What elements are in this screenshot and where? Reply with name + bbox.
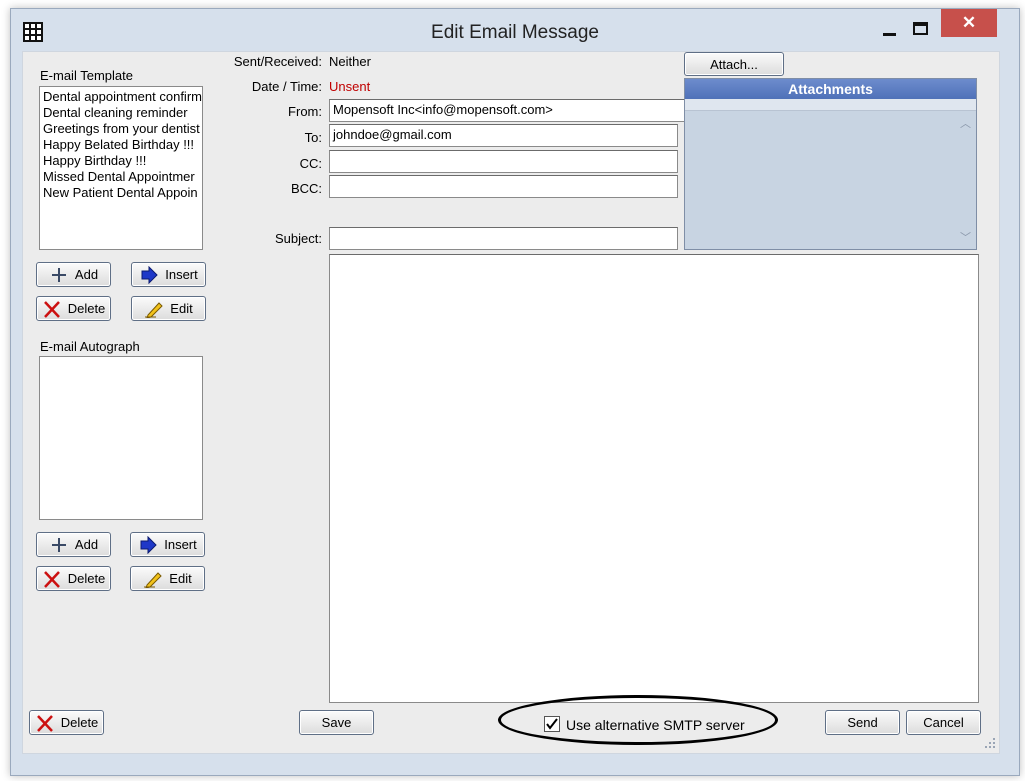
date-time-label: Date / Time: xyxy=(251,79,322,94)
email-autograph-list[interactable] xyxy=(39,356,203,520)
template-list-item[interactable]: Happy Belated Birthday !!! xyxy=(40,137,202,153)
close-icon: ✕ xyxy=(961,13,977,32)
cc-label: CC: xyxy=(299,156,322,171)
attachments-header: Attachments xyxy=(685,79,976,99)
attachments-panel[interactable]: Attachments ︿ ﹀ xyxy=(684,78,977,250)
autograph-edit-button[interactable]: Edit xyxy=(130,566,205,591)
autograph-add-label: Add xyxy=(74,537,99,552)
minimize-button[interactable] xyxy=(877,19,903,41)
from-field[interactable]: Mopensoft Inc<info@mopensoft.com> xyxy=(329,99,728,122)
bcc-field[interactable] xyxy=(329,175,678,198)
template-edit-label: Edit xyxy=(170,301,193,316)
maximize-icon xyxy=(913,22,928,35)
attach-button-label: Attach... xyxy=(710,56,758,72)
checkmark-icon xyxy=(546,718,558,730)
template-edit-button[interactable]: Edit xyxy=(131,296,206,321)
delete-x-icon xyxy=(35,714,55,732)
template-delete-button[interactable]: Delete xyxy=(36,296,111,321)
smtp-checkbox-label: Use alternative SMTP server xyxy=(566,717,745,733)
autograph-edit-label: Edit xyxy=(169,571,192,586)
footer-delete-label: Delete xyxy=(60,715,99,730)
template-insert-label: Insert xyxy=(165,267,198,282)
to-field[interactable]: johndoe@gmail.com xyxy=(329,124,678,147)
minimize-icon xyxy=(883,33,896,36)
delete-x-icon xyxy=(42,300,62,318)
save-button[interactable]: Save xyxy=(299,710,374,735)
send-button-label: Send xyxy=(847,715,878,730)
cancel-button-label: Cancel xyxy=(923,715,964,730)
scroll-down-icon: ﹀ xyxy=(960,232,971,244)
bcc-label: BCC: xyxy=(290,181,322,196)
arrow-right-icon xyxy=(139,265,159,284)
attach-button[interactable]: Attach... xyxy=(684,52,784,76)
to-label: To: xyxy=(304,130,322,145)
attachments-scrollbar[interactable]: ︿ ﹀ xyxy=(958,113,974,247)
close-button[interactable]: ✕ xyxy=(941,9,997,37)
template-list-item[interactable]: Missed Dental Appointmer xyxy=(40,169,202,185)
email-autograph-label: E-mail Autograph xyxy=(40,339,140,354)
template-list-item[interactable]: Dental cleaning reminder xyxy=(40,105,202,121)
template-list-item[interactable]: Happy Birthday !!! xyxy=(40,153,202,169)
autograph-insert-button[interactable]: Insert xyxy=(130,532,205,557)
autograph-insert-label: Insert xyxy=(164,537,197,552)
save-button-label: Save xyxy=(321,715,352,730)
template-insert-button[interactable]: Insert xyxy=(131,262,206,287)
attachments-column-strip xyxy=(685,99,976,111)
title-bar: Edit Email Message ✕ xyxy=(11,9,1019,51)
template-list-item[interactable]: Dental appointment confirm xyxy=(40,89,202,105)
cancel-button[interactable]: Cancel xyxy=(906,710,981,735)
template-list-item[interactable]: New Patient Dental Appoin xyxy=(40,185,202,201)
subject-label: Subject: xyxy=(275,231,322,246)
plus-icon xyxy=(49,266,69,284)
template-add-label: Add xyxy=(74,267,99,282)
template-list-item[interactable]: Greetings from your dentist xyxy=(40,121,202,137)
plus-icon xyxy=(49,536,69,554)
autograph-delete-label: Delete xyxy=(67,571,106,586)
delete-x-icon xyxy=(42,570,62,588)
autograph-delete-button[interactable]: Delete xyxy=(36,566,111,591)
scroll-up-icon: ︿ xyxy=(960,118,971,130)
pencil-icon xyxy=(144,300,164,319)
date-time-value: Unsent xyxy=(329,79,371,94)
footer-delete-button[interactable]: Delete xyxy=(29,710,104,735)
email-template-list[interactable]: Dental appointment confirm Dental cleanin… xyxy=(39,86,203,250)
autograph-add-button[interactable]: Add xyxy=(36,532,111,557)
message-body-editor[interactable] xyxy=(329,254,979,703)
send-button[interactable]: Send xyxy=(825,710,900,735)
smtp-checkbox[interactable] xyxy=(544,716,560,732)
sent-received-label: Sent/Received: xyxy=(233,54,322,69)
resize-grip-icon[interactable] xyxy=(984,737,996,749)
window-title: Edit Email Message xyxy=(431,22,599,43)
maximize-button[interactable] xyxy=(909,19,935,41)
template-add-button[interactable]: Add xyxy=(36,262,111,287)
pencil-icon xyxy=(143,570,163,589)
subject-field[interactable] xyxy=(329,227,678,250)
from-label: From: xyxy=(288,104,322,119)
template-delete-label: Delete xyxy=(67,301,106,316)
email-template-label: E-mail Template xyxy=(40,68,133,83)
sent-received-value: Neither xyxy=(329,54,371,69)
arrow-right-icon xyxy=(138,535,158,554)
cc-field[interactable] xyxy=(329,150,678,173)
